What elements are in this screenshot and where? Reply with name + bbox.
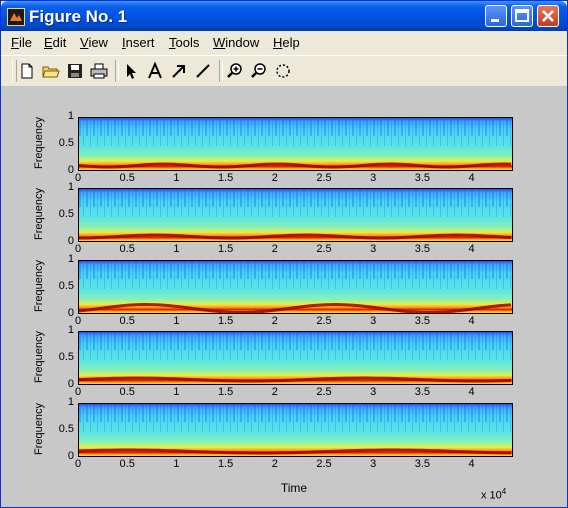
window-title: Figure No. 1 (29, 7, 128, 26)
figure-window: Figure No. 1 File Edit View Insert Tools… (0, 0, 568, 508)
spectrogram-plot-2[interactable] (78, 188, 513, 242)
x-tick-label: 3 (370, 172, 377, 184)
x-tick-label: 0.5 (119, 386, 135, 398)
close-icon (542, 10, 554, 22)
x-tick-label: 1.5 (217, 315, 234, 327)
maximize-icon (515, 9, 529, 22)
x-tick-label: 3 (370, 386, 377, 398)
y-tick-label: 1 (67, 324, 74, 336)
x-tick-label: 1.5 (217, 458, 234, 470)
x-tick-label: 1.5 (217, 172, 234, 184)
close-button[interactable] (537, 5, 559, 27)
x-tick-label: 3.5 (414, 243, 431, 255)
x-tick-label: 3.5 (414, 172, 431, 184)
minimize-icon (491, 19, 499, 22)
x-tick-label: 1 (173, 386, 180, 398)
y-axis-label: Frequency (32, 117, 45, 169)
x-tick-label: 3.5 (414, 458, 431, 470)
y-tick-label: 0.5 (58, 208, 74, 220)
x-tick-label: 4 (468, 172, 475, 184)
x-tick-label: 3.5 (414, 386, 431, 398)
spectrogram-plot-4[interactable] (78, 331, 513, 385)
menu-bar: File Edit View Insert Tools Window Help (1, 31, 567, 53)
insert-line-icon[interactable] (193, 61, 213, 81)
print-icon[interactable] (89, 61, 109, 81)
y-axis-label: Frequency (32, 188, 45, 240)
x-tick-label: 0.5 (119, 243, 135, 255)
title-bar[interactable]: Figure No. 1 (1, 1, 567, 31)
save-icon[interactable] (65, 61, 85, 81)
x-tick-label: 4 (468, 386, 475, 398)
x-tick-label: 2.5 (316, 172, 332, 184)
x-tick-label: 4 (468, 243, 475, 255)
x-tick-label: 1 (173, 315, 180, 327)
x-tick-label: 0.5 (119, 458, 135, 470)
x-tick-label: 4 (468, 315, 475, 327)
x-tick-label: 2 (271, 315, 278, 327)
x-tick-label: 3.5 (414, 315, 431, 327)
menu-edit[interactable]: Edit (44, 35, 66, 50)
x-tick-label: 3 (370, 243, 377, 255)
y-tick-label: 0.5 (58, 423, 74, 435)
zoom-in-icon[interactable] (225, 61, 245, 81)
x-tick-label: 2 (271, 458, 278, 470)
x-tick-label: 1 (173, 172, 180, 184)
x-tick-label: 2.5 (316, 458, 332, 470)
figure-canvas: Frequency 1 0.5 0 0 0.5 1 1.5 2 2.5 3 3.5 4 Frequency… (1, 86, 567, 507)
y-axis-label: Frequency (32, 260, 45, 312)
x-tick-label: 3 (370, 458, 377, 470)
x-tick-label: 2.5 (316, 315, 332, 327)
y-tick-label: 1 (67, 396, 74, 408)
x-tick-label: 2.5 (316, 243, 332, 255)
toolbar-separator (115, 60, 119, 82)
y-tick-label: 1 (67, 253, 74, 265)
matlab-icon (7, 8, 25, 26)
rotate-icon[interactable] (273, 61, 293, 81)
insert-text-icon[interactable] (145, 61, 165, 81)
x-tick-label: 2 (271, 243, 278, 255)
menu-view[interactable]: View (80, 35, 108, 50)
y-axis-label: Frequency (32, 331, 45, 383)
spectrogram-plot-1[interactable] (78, 117, 513, 171)
menu-file[interactable]: File (11, 35, 32, 50)
y-tick-label: 1 (67, 110, 74, 122)
open-folder-icon[interactable] (41, 61, 61, 81)
x-tick-label: 2 (271, 386, 278, 398)
x-tick-label: 1 (173, 243, 180, 255)
x-tick-label: 1.5 (217, 243, 234, 255)
x-tick-label: 0.5 (119, 172, 135, 184)
menu-window[interactable]: Window (213, 35, 259, 50)
y-tick-label: 0.5 (58, 351, 74, 363)
x-tick-label: 1.5 (217, 386, 234, 398)
toolbar-separator-2 (219, 60, 223, 82)
menu-insert[interactable]: Insert (122, 35, 155, 50)
x-tick-label: 1 (173, 458, 180, 470)
x-tick-label: 4 (468, 458, 475, 470)
y-axis-label: Frequency (32, 403, 45, 455)
minimize-button[interactable] (485, 5, 507, 27)
y-tick-label: 0.5 (58, 280, 74, 292)
x-axis-exponent: x 104 (481, 487, 507, 502)
spectrogram-plot-5[interactable] (78, 403, 513, 457)
new-file-icon[interactable] (17, 61, 37, 81)
x-tick-label: 3 (370, 315, 377, 327)
zoom-out-icon[interactable] (249, 61, 269, 81)
y-tick-label: 0.5 (58, 137, 74, 149)
x-axis-label: Time (280, 481, 308, 495)
x-tick-label: 2.5 (316, 386, 332, 398)
maximize-button[interactable] (511, 5, 533, 27)
x-tick-label: 0.5 (119, 315, 135, 327)
spectrogram-plot-3[interactable] (78, 260, 513, 314)
x-tick-label: 0 (74, 458, 82, 470)
menu-tools[interactable]: Tools (169, 35, 199, 50)
select-arrow-icon[interactable] (121, 61, 141, 81)
insert-arrow-icon[interactable] (169, 61, 189, 81)
x-tick-label: 2 (271, 172, 278, 184)
y-tick-label: 1 (67, 181, 74, 193)
menu-help[interactable]: Help (273, 35, 300, 50)
toolbar (1, 55, 567, 87)
